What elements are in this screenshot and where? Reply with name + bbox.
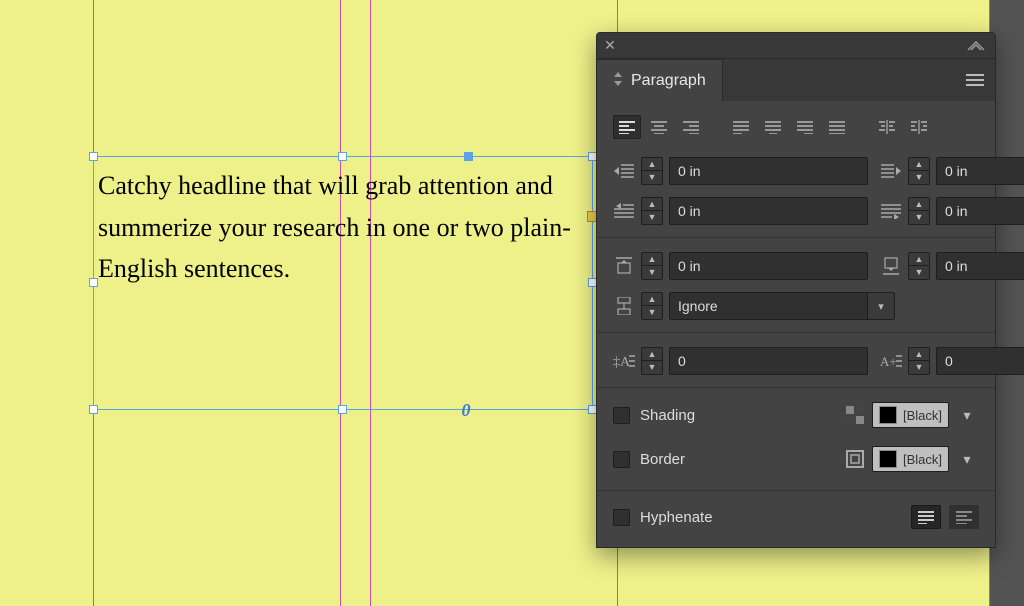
- shading-label: Shading: [640, 407, 695, 424]
- panel-tabs: Paragraph: [597, 59, 995, 101]
- collapse-panel-icon[interactable]: [965, 38, 995, 54]
- swatch-chip: [879, 406, 897, 424]
- svg-text:‡A: ‡A: [613, 355, 631, 369]
- drop-cap-lines-input[interactable]: [669, 347, 868, 375]
- drop-cap-lines-stepper[interactable]: ▲▼: [641, 347, 663, 375]
- selection-handle[interactable]: [338, 405, 347, 414]
- last-line-right-indent-input[interactable]: [936, 197, 1024, 225]
- align-toward-spine-button[interactable]: [873, 115, 901, 139]
- selection-handle[interactable]: [89, 278, 98, 287]
- swatch-chip: [879, 450, 897, 468]
- close-icon[interactable]: ✕: [597, 37, 623, 54]
- space-after-stepper[interactable]: ▲▼: [908, 252, 930, 280]
- selection-handle[interactable]: [338, 152, 347, 161]
- border-label: Border: [640, 451, 685, 468]
- shading-checkbox[interactable]: [613, 407, 630, 424]
- space-before-input[interactable]: [669, 252, 868, 280]
- space-between-icon: [613, 296, 635, 316]
- swatch-name: [Black]: [903, 408, 942, 423]
- space-between-stepper[interactable]: ▲▼: [641, 292, 663, 320]
- drop-cap-lines-icon: ‡A: [613, 351, 635, 371]
- left-indent-stepper[interactable]: ▲▼: [641, 157, 663, 185]
- right-indent-stepper[interactable]: ▲▼: [908, 157, 930, 185]
- alignment-buttons: [613, 115, 979, 139]
- space-before-icon: [613, 256, 635, 276]
- chevron-down-icon[interactable]: ▾: [955, 446, 979, 472]
- space-between-select[interactable]: [669, 292, 867, 320]
- composer-single-line-button[interactable]: [949, 505, 979, 529]
- tab-label: Paragraph: [631, 72, 706, 90]
- tab-paragraph[interactable]: Paragraph: [597, 59, 723, 101]
- sort-icon: [613, 72, 623, 89]
- svg-text:A+: A+: [880, 354, 897, 369]
- first-line-indent-input[interactable]: [669, 197, 868, 225]
- shading-swatch[interactable]: [Black]: [872, 402, 949, 428]
- drop-cap-chars-input[interactable]: [936, 347, 1024, 375]
- chevron-down-icon[interactable]: ▾: [955, 402, 979, 428]
- align-away-spine-button[interactable]: [905, 115, 933, 139]
- space-before-stepper[interactable]: ▲▼: [641, 252, 663, 280]
- chevron-down-icon[interactable]: ▾: [867, 292, 895, 320]
- justify-last-right-button[interactable]: [791, 115, 819, 139]
- reference-point-icon[interactable]: [464, 152, 473, 161]
- paragraph-panel: ✕ Paragraph: [596, 32, 996, 548]
- space-after-icon: [880, 256, 902, 276]
- selection-handle[interactable]: [89, 405, 98, 414]
- left-indent-icon: [613, 161, 635, 181]
- text-frame-content[interactable]: Catchy headline that will grab attention…: [94, 157, 592, 298]
- hyphenate-checkbox[interactable]: [613, 509, 630, 526]
- last-line-right-indent-stepper[interactable]: ▲▼: [908, 197, 930, 225]
- first-line-indent-stepper[interactable]: ▲▼: [641, 197, 663, 225]
- composer-paragraph-button[interactable]: [911, 505, 941, 529]
- align-center-button[interactable]: [645, 115, 673, 139]
- border-swatch-icon: [844, 448, 866, 470]
- baseline-shift-indicator: 0: [462, 400, 471, 421]
- selection-handle[interactable]: [89, 152, 98, 161]
- last-line-right-indent-icon: [880, 201, 902, 221]
- space-after-input[interactable]: [936, 252, 1024, 280]
- panel-header[interactable]: ✕: [597, 33, 995, 59]
- hyphenate-label: Hyphenate: [640, 509, 713, 526]
- justify-all-button[interactable]: [823, 115, 851, 139]
- border-swatch[interactable]: [Black]: [872, 446, 949, 472]
- left-indent-input[interactable]: [669, 157, 868, 185]
- first-line-indent-icon: [613, 201, 635, 221]
- shading-swatch-icon: [844, 404, 866, 426]
- border-checkbox[interactable]: [613, 451, 630, 468]
- align-right-button[interactable]: [677, 115, 705, 139]
- right-indent-input[interactable]: [936, 157, 1024, 185]
- justify-last-center-button[interactable]: [759, 115, 787, 139]
- drop-cap-chars-stepper[interactable]: ▲▼: [908, 347, 930, 375]
- drop-cap-chars-icon: A+: [880, 351, 902, 371]
- swatch-name: [Black]: [903, 452, 942, 467]
- right-indent-icon: [880, 161, 902, 181]
- panel-menu-icon[interactable]: [955, 59, 995, 101]
- justify-last-left-button[interactable]: [727, 115, 755, 139]
- align-left-button[interactable]: [613, 115, 641, 139]
- text-frame[interactable]: Catchy headline that will grab attention…: [93, 156, 593, 410]
